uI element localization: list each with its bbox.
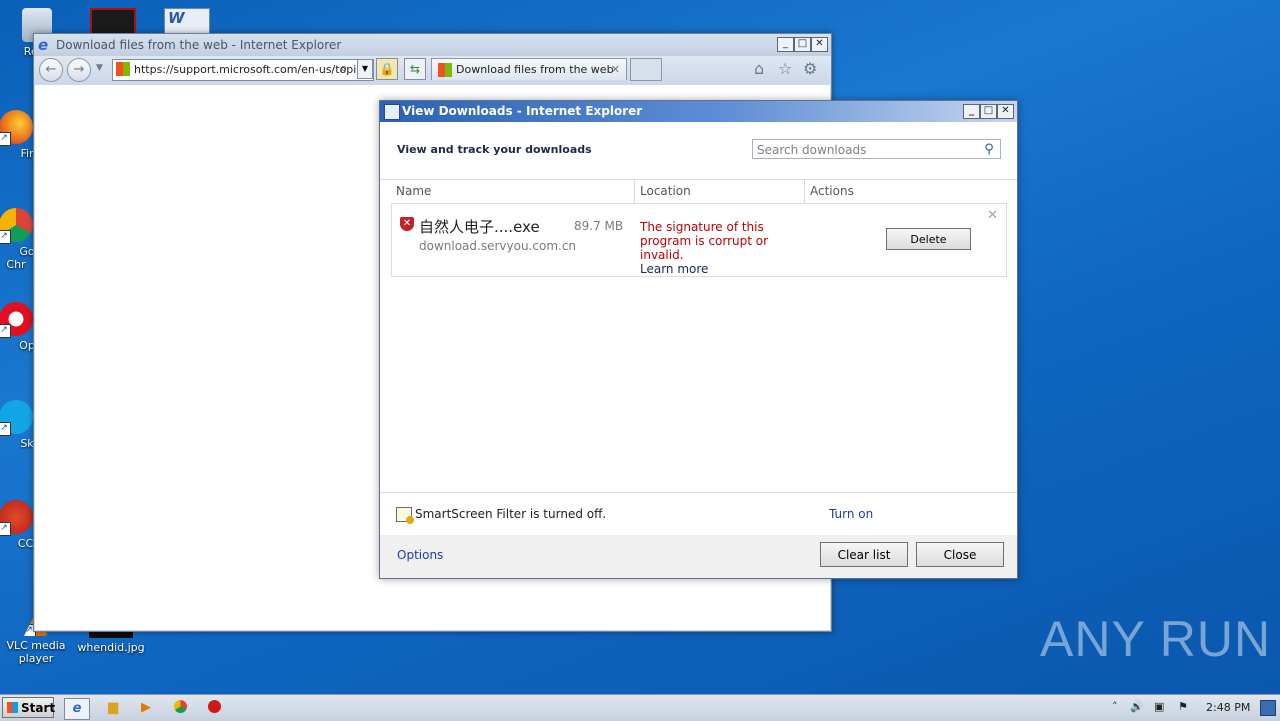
minimize-button[interactable]: _: [963, 104, 980, 119]
volume-icon[interactable]: 🔊: [1130, 700, 1144, 713]
show-desktop-button[interactable]: [1260, 700, 1276, 716]
skype-icon: ↗: [0, 400, 33, 436]
downloads-title-bar[interactable]: View Downloads - Internet Explorer _ □ ✕: [380, 101, 1017, 122]
lock-icon[interactable]: 🔒: [376, 58, 398, 80]
taskbar-chrome-icon[interactable]: [168, 698, 192, 718]
word-letter-icon: W: [168, 9, 185, 27]
network-icon[interactable]: ▣: [1154, 700, 1164, 713]
new-tab-button[interactable]: [630, 58, 662, 81]
downloads-column-headers: Name Location Actions: [380, 179, 1017, 203]
shortcut-arrow-icon: ↗: [0, 230, 11, 244]
downloads-heading: View and track your downloads: [397, 143, 592, 156]
forward-button[interactable]: →: [67, 58, 91, 82]
downloads-footer: Options Clear list Close: [380, 535, 1017, 578]
shortcut-arrow-icon: ↗: [0, 132, 11, 146]
address-dropdown-button[interactable]: ▼: [357, 59, 373, 79]
desktop-icon-label: Go Chr: [6, 245, 35, 271]
maximize-button[interactable]: □: [980, 104, 997, 119]
column-header-actions[interactable]: Actions: [805, 179, 1005, 203]
close-button[interactable]: ✕: [811, 37, 828, 52]
view-downloads-dialog[interactable]: View Downloads - Internet Explorer _ □ ✕…: [379, 100, 1018, 579]
action-center-flag-icon[interactable]: ⚑: [1178, 700, 1188, 713]
desktop-icon-label: Fir: [20, 147, 34, 160]
smartscreen-icon: [396, 507, 414, 524]
refresh-icon[interactable]: ⇆: [404, 58, 426, 80]
options-link[interactable]: Options: [397, 548, 443, 562]
signature-warning: The signature of this program is corrupt…: [640, 220, 769, 262]
taskbar-clock[interactable]: 2:48 PM: [1206, 701, 1250, 714]
close-dialog-button[interactable]: Close: [916, 542, 1004, 567]
taskbar: Start e ▆ ▶ ˄ 🔊 ▣ ⚑ 2:48 PM: [0, 694, 1280, 721]
opera-icon: ↗: [0, 302, 33, 338]
show-hidden-icons-icon[interactable]: ˄: [1112, 700, 1118, 713]
download-source: download.servyou.com.cn: [419, 239, 577, 253]
shortcut-arrow-icon: ↗: [0, 324, 11, 338]
tab-download-files[interactable]: Download files from the web ✕: [431, 58, 627, 80]
ie-navigation-bar: ← → ▼ https://support.microsoft.com/en-u…: [34, 56, 831, 84]
tab-label: Download files from the web: [456, 63, 614, 76]
maximize-button[interactable]: □: [794, 37, 811, 52]
ie-title-bar[interactable]: e Download files from the web - Internet…: [34, 34, 831, 56]
ccleaner-icon: ↗: [0, 500, 33, 536]
download-item[interactable]: ✕ 自然人电子....exe 89.7 MB download.servyou.…: [391, 203, 1007, 277]
word-document-icon[interactable]: W: [164, 8, 210, 36]
minimize-button[interactable]: _: [777, 37, 794, 52]
remove-item-icon[interactable]: ✕: [987, 208, 998, 223]
microsoft-site-icon: [438, 63, 452, 77]
downloads-window-title: View Downloads - Internet Explorer: [402, 104, 643, 118]
firefox-icon: ↗: [0, 110, 33, 146]
search-downloads-input[interactable]: Search downloads ⚲: [752, 139, 1001, 159]
column-header-name[interactable]: Name: [391, 179, 635, 203]
back-button[interactable]: ←: [39, 58, 63, 82]
address-url: https://support.microsoft.com/en-us/topi…: [134, 63, 363, 76]
shortcut-arrow-icon: ↗: [0, 522, 11, 536]
clear-list-button[interactable]: Clear list: [820, 542, 908, 567]
ie-window-title: Download files from the web - Internet E…: [56, 38, 342, 52]
anyrun-watermark: ANY RUN: [1040, 611, 1272, 667]
taskbar-ie-icon[interactable]: e: [64, 698, 90, 720]
smartscreen-status: SmartScreen Filter is turned off.: [415, 507, 607, 521]
turn-on-link[interactable]: Turn on: [829, 507, 873, 521]
download-filename[interactable]: 自然人电子....exe: [419, 216, 540, 237]
home-icon[interactable]: ⌂: [754, 59, 764, 78]
desktop-icon-label: CCl: [17, 537, 37, 550]
search-placeholder: Search downloads: [757, 143, 867, 157]
search-icon[interactable]: ⚲: [981, 142, 997, 158]
desktop-icon-label: Op: [19, 339, 35, 352]
history-dropdown-icon[interactable]: ▼: [96, 63, 103, 73]
taskbar-explorer-icon[interactable]: ▆: [101, 698, 125, 718]
downloads-window-icon: [384, 104, 400, 120]
desktop-icon-label: whendid.jpg: [77, 641, 145, 654]
address-bar[interactable]: https://support.microsoft.com/en-us/topi…: [112, 59, 374, 81]
tab-close-icon[interactable]: ✕: [611, 59, 620, 81]
delete-button[interactable]: Delete: [886, 228, 971, 250]
microsoft-site-icon: [116, 62, 130, 76]
downloads-header: View and track your downloads Search dow…: [380, 122, 1017, 180]
learn-more-link[interactable]: Learn more: [640, 262, 708, 276]
chrome-icon: ↗: [0, 208, 33, 244]
taskbar-media-player-icon[interactable]: ▶: [134, 698, 158, 718]
favorites-star-icon[interactable]: ☆: [778, 59, 792, 78]
start-button[interactable]: Start: [2, 697, 55, 718]
desktop-icon-label: Sk: [20, 437, 34, 450]
search-icon[interactable]: ⌕: [340, 61, 347, 76]
internet-explorer-icon: e: [38, 36, 49, 54]
taskbar-blocked-icon[interactable]: [202, 698, 226, 718]
close-button[interactable]: ✕: [997, 104, 1014, 119]
settings-gear-icon[interactable]: ⚙: [803, 59, 817, 78]
download-size: 89.7 MB: [574, 219, 624, 233]
shortcut-arrow-icon: ↗: [0, 422, 11, 436]
desktop-icon-label: VLC media player: [6, 639, 66, 665]
column-header-location[interactable]: Location: [635, 179, 805, 203]
smartscreen-bar: SmartScreen Filter is turned off. Turn o…: [380, 492, 1017, 535]
blocked-shield-icon: ✕: [400, 217, 414, 231]
